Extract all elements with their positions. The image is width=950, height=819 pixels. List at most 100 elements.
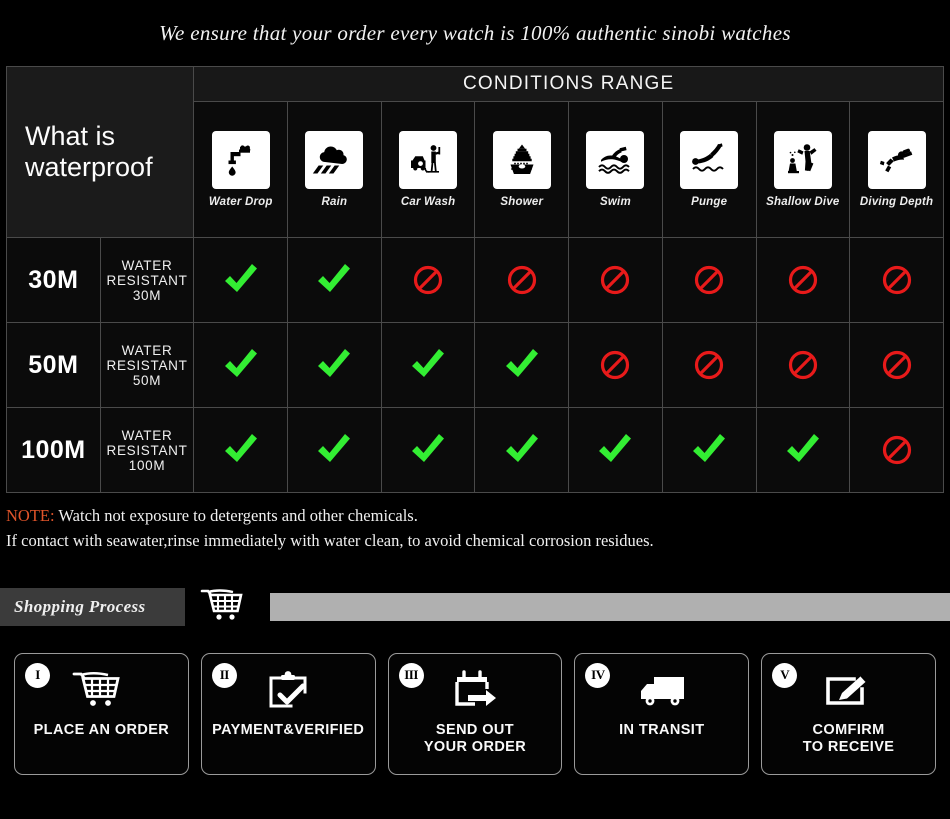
- prohibited-icon: [695, 350, 724, 380]
- mark-not-allowed: [755, 322, 851, 408]
- step-label: COMFIRM TO RECEIVE: [802, 721, 895, 755]
- note-block: NOTE: Watch not exposure to detergents a…: [6, 504, 950, 554]
- faucet-drop-icon: [211, 130, 270, 189]
- table-row: 100M WATER RESISTANT 100M: [6, 407, 944, 493]
- depth-description: WATER RESISTANT 50M: [99, 322, 195, 408]
- delivery-truck-icon: [633, 668, 691, 716]
- condition-label: Shallow Dive: [766, 195, 840, 208]
- table-row: 50M WATER RESISTANT 50M: [6, 322, 944, 408]
- condition-label: Punge: [691, 195, 728, 208]
- prohibited-icon: [695, 265, 724, 295]
- car-wash-icon: [399, 130, 458, 189]
- mark-not-allowed: [568, 322, 663, 408]
- mark-not-allowed: [661, 322, 757, 408]
- condition-label: Water Drop: [208, 195, 273, 208]
- waterproof-rows: 30M WATER RESISTANT 30M 50M WATER RESISTANT…: [6, 237, 944, 493]
- prohibited-icon: [507, 265, 536, 295]
- condition-label: Rain: [321, 195, 348, 208]
- condition-water-drop: Water Drop: [193, 101, 289, 238]
- step-label: PAYMENT&VERIFIED: [212, 721, 365, 738]
- mark-allowed: [193, 407, 289, 493]
- page-title: What is waterproof: [5, 66, 195, 238]
- check-mark-icon: [505, 349, 538, 377]
- condition-swim: Swim: [568, 101, 663, 238]
- condition-shallow-dive: Shallow Dive: [755, 101, 851, 238]
- mark-not-allowed: [380, 237, 476, 323]
- conditions-range-header: CONDITIONS RANGE: [193, 66, 944, 102]
- condition-diving-depth: Diving Depth: [849, 101, 944, 238]
- prohibited-icon: [882, 350, 911, 380]
- waterproof-table: What is waterproof CONDITIONS RANGE Wate…: [5, 66, 944, 493]
- step-numeral: I: [25, 662, 50, 688]
- mark-allowed: [474, 407, 570, 493]
- check-mark-icon: [318, 264, 351, 292]
- step-label: PLACE AN ORDER: [33, 721, 170, 738]
- depth-description: WATER RESISTANT 30M: [99, 237, 195, 323]
- mark-allowed: [380, 407, 476, 493]
- condition-label: Car Wash: [400, 195, 456, 208]
- table-row: 30M WATER RESISTANT 30M: [6, 237, 944, 323]
- step-in-transit[interactable]: IV IN TRANSIT: [574, 652, 750, 775]
- shopping-steps: I PLACE AN ORDER II PAYMENT&VERIFIED III…: [0, 652, 950, 775]
- step-numeral: III: [398, 662, 424, 688]
- step-payment-verified[interactable]: II PAYMENT&VERIFIED: [200, 652, 376, 775]
- mark-allowed: [287, 322, 382, 408]
- shopping-cart-icon: [185, 587, 270, 627]
- scuba-diver-icon: [867, 130, 926, 189]
- condition-punge: Punge: [661, 101, 757, 238]
- depth-rating: 30M: [6, 237, 101, 323]
- mark-not-allowed: [474, 237, 570, 323]
- step-label: IN TRANSIT: [619, 721, 705, 738]
- condition-car-wash: Car Wash: [380, 101, 476, 238]
- shallow-dive-icon: [773, 130, 832, 189]
- check-mark-icon: [318, 349, 351, 377]
- prohibited-icon: [788, 350, 817, 380]
- mark-not-allowed: [849, 407, 944, 493]
- prohibited-icon: [882, 265, 911, 295]
- check-mark-icon: [412, 434, 445, 462]
- check-mark-icon: [412, 349, 445, 377]
- mark-allowed: [474, 322, 570, 408]
- mark-not-allowed: [755, 237, 851, 323]
- note-text-1: Watch not exposure to detergents and oth…: [54, 506, 418, 525]
- mark-not-allowed: [661, 237, 757, 323]
- step-label: SEND OUT YOUR ORDER: [423, 721, 527, 755]
- mark-not-allowed: [568, 237, 663, 323]
- step-comfirm-to-receive[interactable]: V COMFIRM TO RECEIVE: [761, 652, 936, 775]
- mark-allowed: [193, 322, 289, 408]
- page-tagline: We ensure that your order every watch is…: [159, 20, 791, 45]
- step-numeral: IV: [585, 662, 611, 688]
- prohibited-icon: [601, 265, 630, 295]
- condition-rain: Rain: [287, 101, 382, 238]
- mark-allowed: [380, 322, 476, 408]
- step-numeral: II: [211, 662, 237, 688]
- step-send-out-your-order[interactable]: III SEND OUT YOUR ORDER: [387, 652, 563, 775]
- edit-pencil-icon: [821, 668, 877, 716]
- shopping-cart-icon: [70, 668, 132, 716]
- note-line-2: If contact with seawater,rinse immediate…: [6, 530, 654, 550]
- depth-rating: 100M: [6, 407, 101, 493]
- note-line-1: NOTE: Watch not exposure to detergents a…: [6, 504, 950, 529]
- depth-rating: 50M: [6, 322, 101, 408]
- condition-label: Diving Depth: [859, 195, 934, 208]
- swimmer-icon: [586, 130, 645, 189]
- check-mark-icon: [224, 434, 257, 462]
- condition-label: Shower: [500, 195, 544, 208]
- mark-allowed: [568, 407, 663, 493]
- condition-shower: Shower: [474, 101, 570, 238]
- mark-not-allowed: [849, 237, 944, 323]
- shower-bath-icon: [492, 130, 551, 189]
- shopping-process-bar: Shopping Process: [0, 587, 950, 627]
- mark-allowed: [287, 237, 382, 323]
- mark-allowed: [287, 407, 382, 493]
- step-place-an-order[interactable]: I PLACE AN ORDER: [14, 652, 189, 775]
- mark-not-allowed: [849, 322, 944, 408]
- check-mark-icon: [786, 434, 819, 462]
- prohibited-icon: [788, 265, 817, 295]
- prohibited-icon: [413, 265, 443, 295]
- step-numeral: V: [772, 662, 798, 688]
- shopping-process-title: Shopping Process: [0, 587, 185, 626]
- mark-allowed: [661, 407, 757, 493]
- depth-description: WATER RESISTANT 100M: [99, 407, 195, 493]
- shopping-process-rule: [270, 592, 950, 621]
